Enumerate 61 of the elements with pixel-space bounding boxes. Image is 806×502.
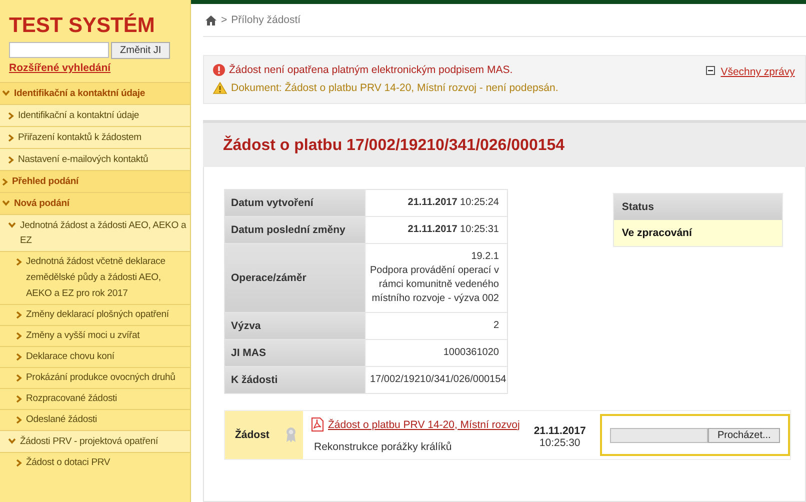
detail-label: Operace/záměr bbox=[225, 244, 366, 312]
detail-label: Datum poslední změny bbox=[225, 217, 366, 243]
detail-value: 17/002/19210/341/026/000154 bbox=[369, 373, 508, 387]
breadcrumb-separator: > bbox=[221, 14, 228, 26]
pdf-icon bbox=[311, 417, 324, 432]
message-text: Žádost není opatřena platným elektronickým podpisem MAS. bbox=[229, 64, 513, 76]
file-link[interactable]: Žádost o platbu PRV 14-20, Místní rozvoj bbox=[328, 418, 520, 430]
advanced-search-link[interactable]: Rozšířené vyhledání bbox=[9, 62, 111, 74]
nav-item[interactable]: Žádosti PRV - projektová opatření bbox=[0, 430, 190, 452]
chevron-right-icon bbox=[8, 156, 14, 164]
collapse-icon bbox=[706, 66, 715, 75]
all-messages-link[interactable]: Všechny zprávy bbox=[720, 66, 795, 78]
change-ji-button[interactable]: Změnit JI bbox=[111, 42, 170, 59]
detail-label: JI MAS bbox=[225, 340, 366, 366]
browse-button[interactable]: Procházet... bbox=[708, 428, 780, 442]
chevron-right-icon bbox=[16, 258, 22, 266]
status-header: Status bbox=[614, 194, 782, 220]
chevron-right-icon bbox=[16, 459, 22, 467]
chevron-down-icon bbox=[2, 200, 10, 206]
nav-item[interactable]: Nastavení e-mailových kontaktů bbox=[0, 148, 190, 170]
app-title: TEST SYSTÉM bbox=[8, 12, 156, 39]
chevron-right-icon bbox=[8, 112, 14, 120]
chevron-down-icon bbox=[8, 222, 16, 228]
detail-label: K žádosti bbox=[225, 367, 366, 393]
nav-section[interactable]: Nová podání bbox=[0, 192, 190, 214]
upload-time: 10:25:30 bbox=[538, 437, 582, 449]
file-path-field[interactable] bbox=[610, 428, 708, 442]
file-description: Rekonstrukce porážky králíků bbox=[313, 441, 453, 453]
chevron-down-icon bbox=[8, 438, 16, 444]
status-value: Ve zpracování bbox=[614, 220, 782, 246]
message-text: Dokument: Žádost o platbu PRV 14-20, Místní rozvoj - není podepsán. bbox=[231, 82, 558, 94]
breadcrumb-item: Přílohy žádostí bbox=[231, 14, 301, 26]
chevron-right-icon bbox=[16, 374, 22, 382]
chevron-right-icon bbox=[2, 178, 8, 186]
detail-value: 1000361020 bbox=[442, 346, 500, 360]
nav-section[interactable]: Přehled podání bbox=[0, 170, 190, 192]
warning-icon bbox=[213, 82, 227, 94]
chevron-right-icon bbox=[16, 332, 22, 340]
detail-value: 2 bbox=[492, 319, 500, 333]
search-field[interactable] bbox=[9, 42, 109, 58]
page-title: Žádost o platbu 17/002/19210/341/026/000154 bbox=[223, 137, 566, 155]
home-icon bbox=[205, 14, 217, 26]
chevron-right-icon bbox=[16, 395, 22, 403]
detail-value: 21.11.2017 10:25:31 bbox=[406, 223, 500, 237]
detail-label: Datum vytvoření bbox=[225, 190, 366, 216]
upload-date: 21.11.2017 bbox=[532, 425, 587, 437]
detail-value: 19.2.1 Podpora provádění operací v rámci komunitně vedeného místního rozvoje - výzva 002 bbox=[369, 250, 500, 306]
detail-label: Výzva bbox=[225, 313, 366, 339]
chevron-right-icon bbox=[16, 311, 22, 319]
chevron-right-icon bbox=[16, 353, 22, 361]
nav-item[interactable]: Jednotná žádost a žádosti AEO, AEKO a EZ bbox=[0, 214, 190, 251]
attachment-label: Žádost bbox=[235, 429, 270, 441]
nav-item[interactable]: Identifikační a kontaktní údaje bbox=[0, 104, 190, 126]
error-icon bbox=[213, 64, 225, 76]
nav-item[interactable]: Přiřazení kontaktů k žádostem bbox=[0, 126, 190, 148]
ribbon-icon bbox=[285, 427, 297, 443]
chevron-right-icon bbox=[8, 134, 14, 142]
nav-section[interactable]: Identifikační a kontaktní údaje bbox=[0, 82, 190, 104]
chevron-down-icon bbox=[2, 90, 10, 96]
detail-value: 21.11.2017 10:25:24 bbox=[406, 196, 500, 210]
chevron-right-icon bbox=[16, 416, 22, 424]
